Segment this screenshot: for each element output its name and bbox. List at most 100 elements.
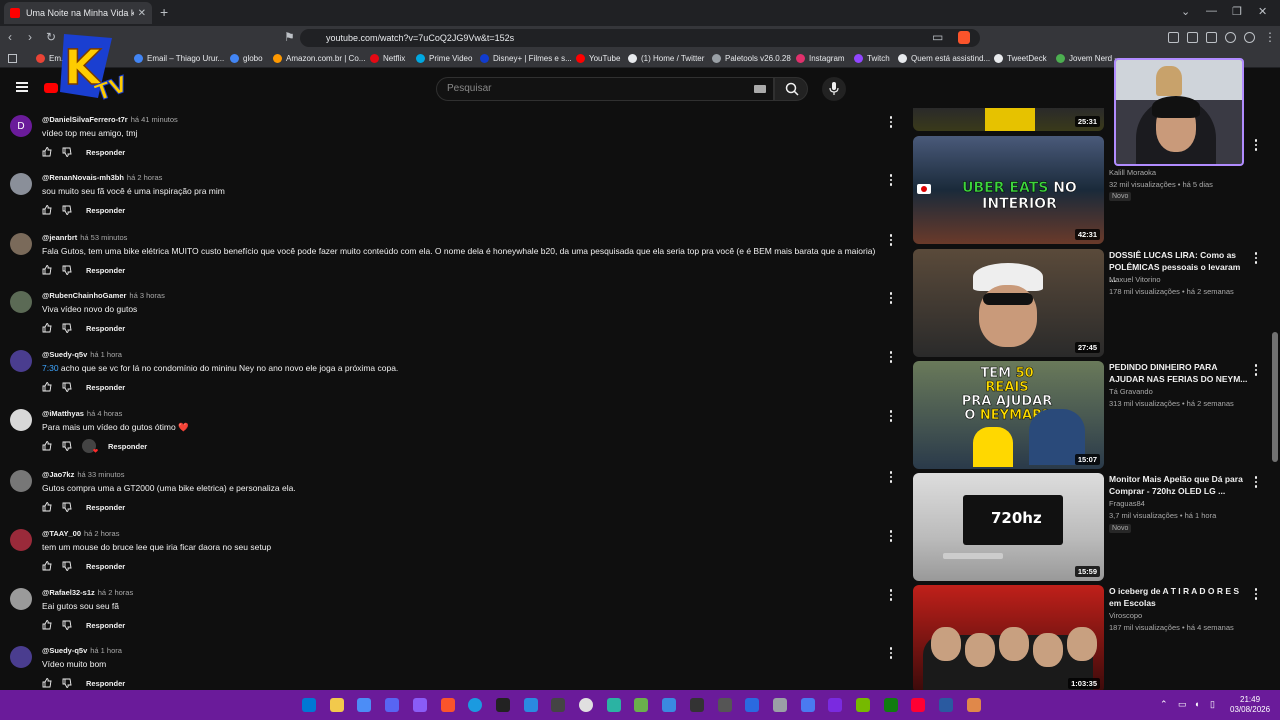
comment-options-icon[interactable] (888, 173, 894, 187)
network-icon[interactable]: ▭ (1178, 699, 1187, 710)
back-icon[interactable]: ‹ (8, 30, 12, 44)
comment-options-icon[interactable] (888, 588, 894, 602)
avatar[interactable] (10, 409, 32, 431)
app-icon[interactable] (689, 698, 704, 712)
reply-button[interactable]: Responder (86, 679, 125, 688)
video-channel[interactable]: Kalill Moraoka (1109, 168, 1156, 177)
comment-author[interactable]: @DanielSilvaFerrero-t7r (42, 115, 128, 124)
bookmark-item[interactable]: TweetDeck (994, 54, 1047, 63)
comment-author[interactable]: @TAAY_00 (42, 529, 81, 538)
comment-options-icon[interactable] (888, 646, 894, 660)
bookmark-item[interactable]: YouTube (576, 54, 620, 63)
comment-options-icon[interactable] (888, 470, 894, 484)
comment-options-icon[interactable] (888, 233, 894, 247)
bookmark-item[interactable]: Netflix (370, 54, 405, 63)
dislike-icon[interactable] (62, 382, 72, 392)
video-title[interactable]: O iceberg de A T I R A D O R E S em Esco… (1109, 585, 1249, 609)
comment-author[interactable]: @iMatthyas (42, 409, 84, 418)
comment-time[interactable]: há 4 horas (87, 409, 122, 418)
comment-options-icon[interactable] (888, 529, 894, 543)
video-thumbnail[interactable]: TEM 50 REAIS PRA AJUDAR O NEYMAR? 15:07 (913, 361, 1104, 469)
browser-tab[interactable]: Uma Noite na Minha Vida kkkkk ✕ (4, 2, 152, 24)
video-card[interactable]: TEM 50 REAIS PRA AJUDAR O NEYMAR? 15:07 PEDI… (913, 361, 1263, 469)
app-icon[interactable] (412, 698, 427, 712)
close-window-icon[interactable]: ✕ (1258, 5, 1267, 18)
bookmark-item[interactable]: Disney+ | Filmes e s... (480, 54, 572, 63)
avatar[interactable]: D (10, 115, 32, 137)
forward-icon[interactable]: › (28, 30, 32, 44)
like-icon[interactable] (42, 205, 52, 215)
avatar[interactable] (10, 233, 32, 255)
video-channel[interactable]: Viroscopo (1109, 611, 1142, 620)
dislike-icon[interactable] (62, 441, 72, 451)
apps-icon[interactable] (8, 54, 17, 63)
browser-icon[interactable] (357, 698, 372, 712)
battery-icon[interactable]: ▯ (1210, 699, 1215, 710)
video-options-icon[interactable] (1253, 138, 1259, 152)
app-icon[interactable] (800, 698, 815, 712)
windows-start-icon[interactable] (302, 698, 316, 712)
like-icon[interactable] (42, 561, 52, 571)
cast-icon[interactable]: ▭ (932, 30, 943, 44)
avatar[interactable] (10, 350, 32, 372)
video-thumbnail[interactable]: 720hz 15:59 (913, 473, 1104, 581)
video-title[interactable]: Monitor Mais Apelão que Dá para Comprar … (1109, 473, 1249, 497)
search-button[interactable] (774, 77, 808, 101)
tab-list-icon[interactable]: ⌄ (1181, 5, 1190, 18)
avatar[interactable] (10, 646, 32, 668)
maximize-icon[interactable]: ❐ (1232, 5, 1242, 18)
bookmark-item[interactable]: Amazon.com.br | Co... (273, 54, 365, 63)
comment-options-icon[interactable] (888, 350, 894, 364)
like-icon[interactable] (42, 147, 52, 157)
comment-options-icon[interactable] (888, 115, 894, 129)
profile-icon[interactable] (1244, 32, 1255, 43)
system-clock[interactable]: 21:49 03/08/2026 (1230, 695, 1270, 715)
video-thumbnail[interactable]: 27:45 (913, 249, 1104, 357)
app-icon[interactable] (828, 698, 843, 712)
video-channel[interactable]: Fraguas84 (1109, 499, 1145, 508)
keyboard-icon[interactable] (754, 85, 766, 93)
reply-button[interactable]: Responder (86, 206, 125, 215)
xbox-icon[interactable] (883, 698, 898, 712)
comment-options-icon[interactable] (888, 409, 894, 423)
like-icon[interactable] (42, 382, 52, 392)
comment-time[interactable]: há 53 minutos (80, 233, 127, 242)
extensions-icon[interactable] (1168, 32, 1179, 43)
discord-icon[interactable] (385, 698, 400, 712)
comment-time[interactable]: há 3 horas (129, 291, 164, 300)
terminal-icon[interactable] (495, 698, 510, 712)
chrome-icon[interactable] (579, 698, 593, 712)
reply-button[interactable]: Responder (86, 503, 125, 512)
page-scrollbar[interactable] (1270, 108, 1280, 690)
app-icon[interactable] (745, 698, 760, 712)
comment-author[interactable]: @Rafael32-s1z (42, 588, 95, 597)
vpn-icon[interactable] (1225, 32, 1236, 43)
dislike-icon[interactable] (62, 323, 72, 333)
comment-author[interactable]: @RubenChainhoGamer (42, 291, 126, 300)
comment-time[interactable]: há 2 horas (98, 588, 133, 597)
video-channel[interactable]: Tá Gravando (1109, 387, 1153, 396)
like-icon[interactable] (42, 265, 52, 275)
video-title[interactable]: PEDINDO DINHEIRO PARA AJUDAR NAS FERIAS … (1109, 361, 1249, 385)
reply-button[interactable]: Responder (86, 562, 125, 571)
bookmark-item[interactable]: Email – Thiago Urur... (134, 54, 224, 63)
search-input[interactable]: Pesquisar (436, 77, 774, 101)
reply-button[interactable]: Responder (86, 383, 125, 392)
comment-author[interactable]: @Suedy-q5v (42, 646, 87, 655)
voice-search-button[interactable] (822, 77, 846, 101)
comment-time[interactable]: há 2 horas (84, 529, 119, 538)
like-icon[interactable] (42, 323, 52, 333)
wallet-icon[interactable] (1206, 32, 1217, 43)
comment-author[interactable]: @Jao7kz (42, 470, 74, 479)
bookmark-item[interactable]: Twitch (854, 54, 890, 63)
app-icon[interactable] (634, 698, 649, 712)
file-explorer-icon[interactable] (329, 698, 344, 712)
timestamp-link[interactable]: 7:30 (42, 363, 59, 373)
bookmark-item[interactable]: (1) Home / Twitter (628, 54, 704, 63)
like-icon[interactable] (42, 620, 52, 630)
app-icon[interactable] (662, 698, 677, 712)
tray-chevron-icon[interactable]: ⌃ (1160, 699, 1168, 710)
dislike-icon[interactable] (62, 502, 72, 512)
video-card[interactable]: 720hz 15:59 Monitor Mais Apelão que Dá par… (913, 473, 1263, 581)
comment-author[interactable]: @RenanNovais-mh3bh (42, 173, 124, 182)
